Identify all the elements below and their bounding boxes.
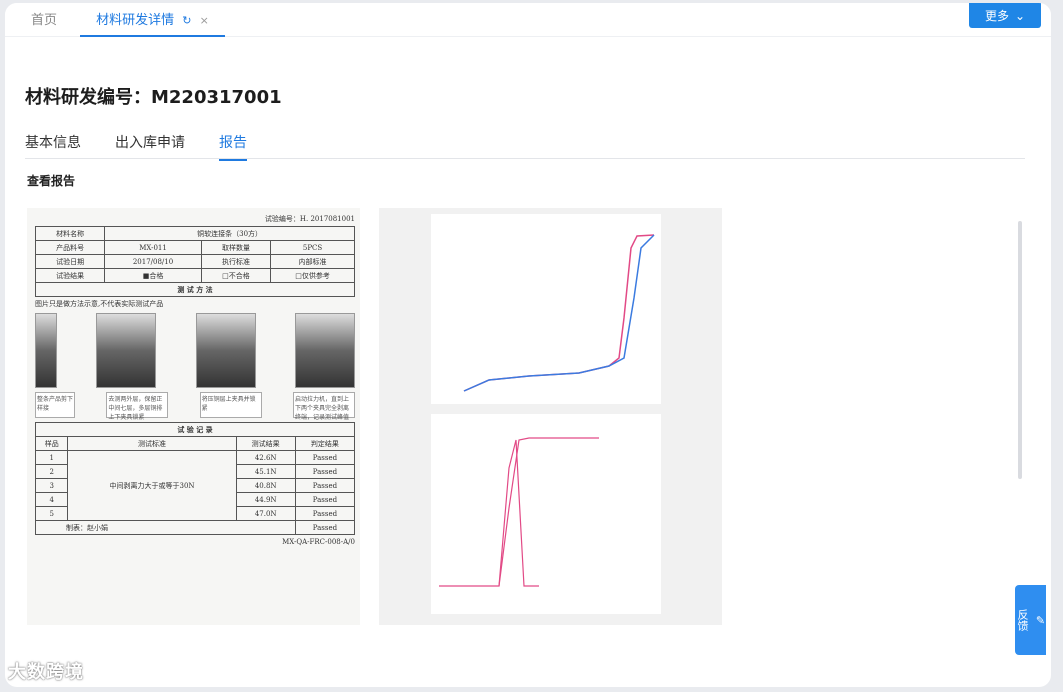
tab-bar: 首页 材料研发详情 ↻ × 更多 ⌄ — [5, 3, 1051, 37]
method-photos — [35, 313, 355, 388]
note: 整条产品剪下样接 — [35, 392, 75, 418]
cell: Passed — [294, 464, 356, 479]
feedback-icon: ✎ — [1034, 613, 1047, 627]
chart-scan — [431, 214, 661, 614]
col-header: 测试标准 — [67, 436, 237, 451]
feedback-label: 反馈 — [1016, 609, 1029, 631]
tab-home[interactable]: 首页 — [31, 9, 57, 28]
cell: 2 — [34, 464, 69, 479]
cell: 47.0N — [235, 506, 296, 521]
test-number: 试验编号：H. 2017081001 — [264, 215, 355, 223]
cell: 材料名称 — [34, 226, 106, 241]
method-heading: 测 试 方 法 — [35, 282, 355, 297]
cell: 2017/08/10 — [104, 254, 202, 269]
cell: 3 — [34, 478, 69, 493]
cell: MX-011 — [104, 240, 202, 255]
cell: Passed — [294, 478, 356, 493]
refresh-icon[interactable]: ↻ — [182, 14, 191, 27]
cell: 产品料号 — [34, 240, 106, 255]
cell: 取样数量 — [200, 240, 272, 255]
cell: Passed — [294, 506, 356, 521]
scrollbar[interactable] — [1018, 221, 1022, 479]
chevron-down-icon: ⌄ — [1014, 8, 1026, 23]
chart-panel-bottom — [431, 414, 661, 614]
cell: Passed — [294, 450, 356, 465]
cell: 铜软连接条（30方） — [104, 226, 355, 241]
tab-report[interactable]: 报告 — [219, 132, 247, 161]
cell: □仅供参考 — [270, 268, 355, 283]
cell: □不合格 — [200, 268, 272, 283]
cell: 内部标准 — [270, 254, 355, 269]
cell: 45.1N — [235, 464, 296, 479]
col-header: 测试结果 — [235, 436, 296, 451]
report-info-table: 材料名称 铜软连接条（30方） 产品料号 MX-011 取样数量 5PCS 试验日期 20… — [34, 226, 355, 297]
cell: ■合格 — [104, 268, 202, 283]
app-frame: 首页 材料研发详情 ↻ × 更多 ⌄ 材料研发编号：M220317001 基本信… — [5, 3, 1051, 687]
cell: 44.9N — [235, 492, 296, 507]
sub-tabs: 基本信息 出入库申请 报告 — [25, 129, 1025, 161]
tab-material-detail[interactable]: 材料研发详情 ↻ × — [80, 9, 225, 37]
cell: 中间剥离力大于或等于30N — [67, 450, 237, 521]
photo — [294, 313, 355, 388]
tab-material-detail-label: 材料研发详情 — [96, 13, 175, 28]
page-title: 材料研发编号：M220317001 — [25, 87, 282, 108]
cell: 制表：赵小娟 — [35, 520, 296, 535]
cell: 42.6N — [235, 450, 296, 465]
cell: 1 — [34, 450, 69, 465]
section-title: 查看报告 — [27, 174, 76, 188]
feedback-button[interactable]: ✎ 反馈 — [1015, 585, 1047, 655]
note: 去测两外层，保留正中间七层，多层铜排上下夹具锁紧 — [106, 392, 169, 421]
cell: 试验结果 — [34, 268, 106, 283]
cell: Passed — [294, 492, 356, 507]
record-heading: 试 验 记 录 — [35, 422, 355, 437]
watermark: 大数跨境 — [8, 662, 84, 683]
col-header: 样品 — [34, 436, 69, 451]
photo — [35, 313, 57, 388]
chart-document-image[interactable] — [379, 208, 722, 625]
results-table: 试 验 记 录 样品 测试标准 测试结果 判定结果 1 中间剥离力大于或等于30N 42.… — [34, 422, 356, 535]
report-sheet: 试验编号：H. 2017081001 材料名称 铜软连接条（30方） 产品料号 MX… — [34, 214, 356, 546]
note: 将压铜层上夹具并锁紧 — [199, 392, 262, 418]
photo — [96, 313, 157, 388]
doc-code: MX-QA-FRC-008-A/0 — [282, 538, 355, 546]
col-header: 判定结果 — [294, 436, 356, 451]
more-button[interactable]: 更多 ⌄ — [969, 3, 1041, 28]
cell: 执行标准 — [200, 254, 272, 269]
tab-stock-request[interactable]: 出入库申请 — [115, 132, 185, 152]
image-note: 图片只是做方法示意,不代表实际测试产品 — [35, 300, 164, 308]
photo — [195, 313, 256, 388]
cell: 试验日期 — [34, 254, 106, 269]
report-document-image[interactable]: 试验编号：H. 2017081001 材料名称 铜软连接条（30方） 产品料号 MX… — [27, 208, 360, 625]
tab-basic-info[interactable]: 基本信息 — [25, 132, 81, 152]
close-icon[interactable]: × — [200, 14, 209, 27]
cell: Passed — [294, 520, 356, 535]
cell: 4 — [34, 492, 69, 507]
method-notes: 整条产品剪下样接 去测两外层，保留正中间七层，多层铜排上下夹具锁紧 将压铜层上夹… — [35, 392, 355, 421]
cell: 5PCS — [270, 240, 355, 255]
cell: 40.8N — [235, 478, 296, 493]
note: 启动拉力机，直到上下两个夹具完全剥离终端，记录测试峰值 — [292, 392, 355, 421]
cell: 5 — [34, 506, 69, 521]
more-label: 更多 — [984, 9, 1009, 23]
